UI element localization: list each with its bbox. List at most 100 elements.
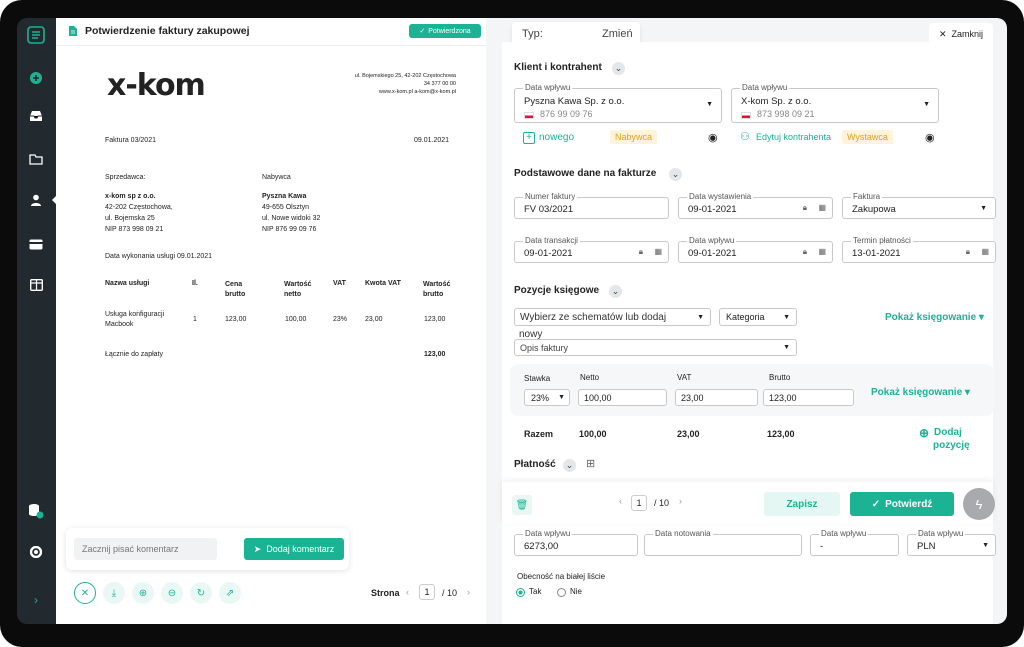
- seller-line2: ul. Bojemska 25: [105, 215, 155, 222]
- col-header: Kwota VAT: [365, 280, 401, 287]
- gross-label: Brutto: [769, 373, 791, 382]
- category-select[interactable]: Kategoria ▼: [719, 308, 797, 326]
- zoom-out-button[interactable]: ⊖: [161, 582, 183, 604]
- pager-input[interactable]: 1: [631, 495, 647, 511]
- radio-yes[interactable]: [516, 588, 525, 597]
- vat-input[interactable]: 23,00: [675, 389, 758, 406]
- external-link-icon: ⇗: [225, 587, 235, 599]
- invoice-type-select[interactable]: Faktura Zakupowa ▼: [842, 192, 996, 219]
- seller-web: www.x-kom.pl a-kom@x-kom.pl: [378, 89, 456, 95]
- expand-chevron-icon[interactable]: ›: [25, 589, 47, 611]
- page-total: / 10: [442, 588, 458, 598]
- col-header: Wartość brutto: [423, 281, 451, 298]
- currency-select[interactable]: Data wpływu PLN ▼: [907, 529, 996, 556]
- gross-input[interactable]: 123,00: [763, 389, 854, 406]
- close-preview-button[interactable]: ✕: [74, 582, 96, 604]
- inbox-icon[interactable]: [25, 105, 47, 127]
- show-posting-link[interactable]: Pokaż księgowanie ▾: [871, 387, 970, 398]
- preview-header: Potwierdzenie faktury zakupowej ✓ Potwier…: [56, 18, 486, 46]
- check-icon: ✓: [871, 498, 881, 510]
- zoom-in-button[interactable]: ⊕: [132, 582, 154, 604]
- seller-select[interactable]: Data wpływu X-kom Sp. z o.o. 873 998 09 …: [731, 83, 939, 123]
- basic-section-title: Podstawowe dane na fakturze: [514, 168, 657, 179]
- transaction-date-field[interactable]: Data transakcji 09-01-2021 🔒︎ ▦: [514, 236, 669, 263]
- calendar-icon[interactable]: ▦: [818, 247, 826, 256]
- form-panel: Typ: Zmień ✕ Zamknij Klient i kontrahent …: [486, 18, 1007, 624]
- change-type-link[interactable]: Zmień: [602, 28, 633, 40]
- chevron-down-icon: ▼: [558, 394, 565, 401]
- chevron-down-icon: ▼: [980, 205, 987, 212]
- receipt-date-field[interactable]: Data wpływu 09-01-2021 🔒︎ ▦: [678, 236, 833, 263]
- edit-contractor-icon: ⚇: [740, 131, 750, 143]
- support-icon[interactable]: [25, 541, 47, 563]
- collapse-icon[interactable]: ⌄: [612, 62, 625, 75]
- calendar-icon[interactable]: ▦: [654, 247, 662, 256]
- add-icon[interactable]: [25, 67, 47, 89]
- table-cell: 123,00: [424, 316, 446, 323]
- seller-tag: Wystawca: [842, 130, 893, 144]
- download-button[interactable]: ⤓: [103, 582, 125, 604]
- form-content: Klient i kontrahent ⌄ Data wpływu Pyszna…: [502, 42, 996, 624]
- collapse-icon[interactable]: ⌄: [563, 459, 576, 472]
- buyer-label: Nabywca: [262, 174, 291, 181]
- action-bar: 🗑︎ ‹ 1 / 10 › Zapisz ✓ Potwierdź ϟ: [502, 482, 995, 524]
- collapse-icon[interactable]: ⌄: [669, 168, 682, 181]
- buyer-select[interactable]: Data wpływu Pyszna Kawa Sp. z o.o. 876 9…: [514, 83, 722, 123]
- database-icon[interactable]: [25, 500, 47, 522]
- comment-input[interactable]: Zacznij pisać komentarz: [74, 538, 217, 560]
- grid-icon[interactable]: ⊞: [586, 457, 595, 470]
- folder-icon[interactable]: [25, 148, 47, 170]
- invoice-number-field[interactable]: Numer faktury FV 03/2021: [514, 192, 669, 219]
- col-header: VAT: [333, 280, 346, 287]
- user-icon[interactable]: [25, 189, 47, 211]
- next-page-icon[interactable]: ›: [467, 587, 470, 597]
- columns-icon[interactable]: [25, 274, 47, 296]
- rate-label: Stawka: [524, 374, 551, 383]
- col-header: Nazwa usługi: [105, 280, 150, 287]
- radio-no[interactable]: [557, 588, 566, 597]
- edit-contractor-link[interactable]: Edytuj kontrahenta: [756, 132, 831, 142]
- invoice-description-select[interactable]: Opis faktury ▼: [514, 339, 797, 356]
- rotate-button[interactable]: ↻: [190, 582, 212, 604]
- issue-date-field[interactable]: Data wystawienia 09-01-2021 🔒︎ ▦: [678, 192, 833, 219]
- radio-no-label: Nie: [570, 587, 583, 596]
- page-label: Strona: [371, 588, 400, 598]
- due-date-field[interactable]: Termin płatności 13-01-2021 🔒︎ ▦: [842, 236, 996, 263]
- page-number-input[interactable]: 1: [419, 584, 435, 600]
- calendar-icon[interactable]: ▦: [981, 247, 989, 256]
- seller-select-value: X-kom Sp. z o.o.: [741, 96, 812, 107]
- show-posting-link[interactable]: Pokaż księgowanie ▾: [885, 312, 984, 323]
- comment-box: Zacznij pisać komentarz ➤ Dodaj komentarz: [66, 528, 349, 570]
- type-label: Typ:: [522, 28, 543, 40]
- add-comment-button[interactable]: ➤ Dodaj komentarz: [244, 538, 344, 560]
- payment-amount-field[interactable]: Data wpływu 6273,00: [514, 529, 638, 556]
- new-client-link[interactable]: nowego: [539, 132, 574, 143]
- next-icon[interactable]: ›: [679, 496, 682, 506]
- buyer-select-value: Pyszna Kawa Sp. z o.o.: [524, 96, 625, 107]
- exchange-rate-field[interactable]: Data wpływu -: [810, 529, 899, 556]
- app-logo-icon[interactable]: [25, 24, 47, 46]
- quote-date-field[interactable]: Data notowania: [644, 529, 802, 556]
- save-button[interactable]: Zapisz: [764, 492, 840, 516]
- prev-icon[interactable]: ‹: [619, 496, 622, 506]
- open-external-button[interactable]: ⇗: [219, 582, 241, 604]
- eye-icon[interactable]: ◉: [708, 131, 718, 144]
- messenger-icon[interactable]: ϟ: [963, 488, 995, 520]
- eye-icon[interactable]: ◉: [925, 131, 935, 144]
- calendar-icon[interactable]: ▦: [818, 203, 826, 212]
- delete-button[interactable]: 🗑︎: [512, 495, 532, 515]
- add-new-icon[interactable]: +: [523, 132, 535, 144]
- add-position-link[interactable]: Dodaj: [934, 427, 962, 438]
- collapse-icon[interactable]: ⌄: [609, 285, 622, 298]
- buyer-line1: 49-655 Olsztyn: [262, 204, 310, 211]
- page-title: Potwierdzenie faktury zakupowej: [85, 25, 250, 37]
- scheme-select[interactable]: Wybierz ze schematów lub dodaj ▼: [514, 308, 711, 326]
- card-icon[interactable]: [25, 233, 47, 255]
- rate-select[interactable]: 23% ▼: [524, 389, 570, 406]
- prev-page-icon[interactable]: ‹: [406, 587, 409, 597]
- total-label: Razem: [524, 429, 554, 439]
- net-input[interactable]: 100,00: [578, 389, 667, 406]
- add-position-link-line2[interactable]: pozycję: [933, 440, 970, 451]
- lock-icon: 🔒︎: [638, 247, 643, 256]
- confirm-button[interactable]: ✓ Potwierdź: [850, 492, 954, 516]
